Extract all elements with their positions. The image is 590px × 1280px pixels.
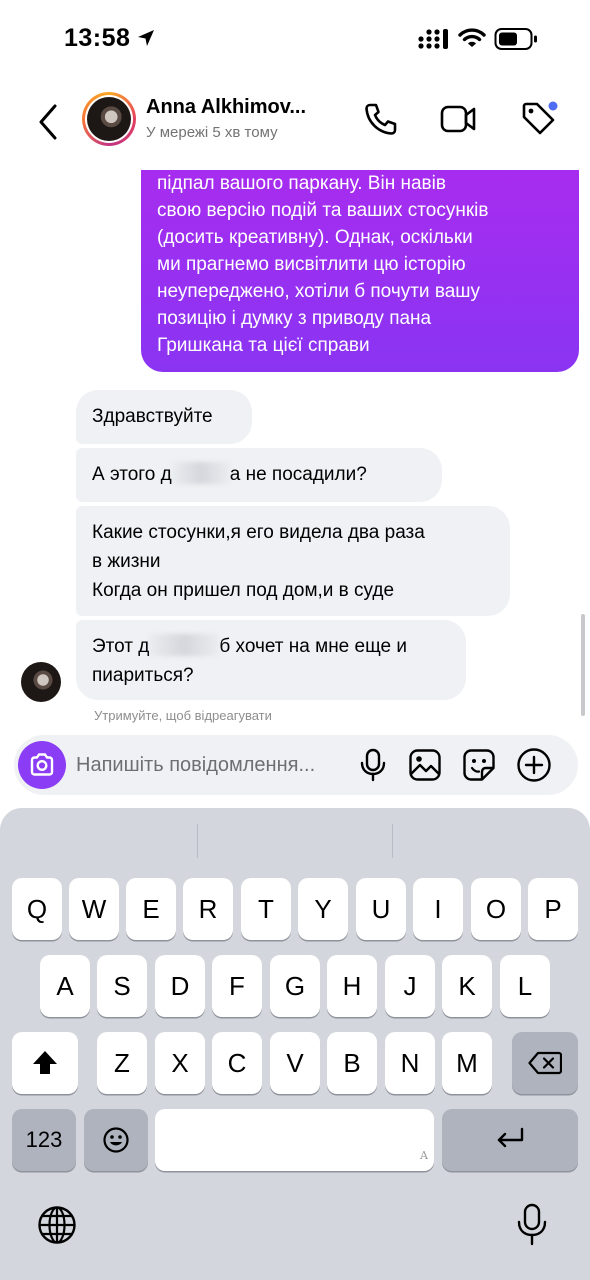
plus-icon[interactable] — [516, 747, 552, 783]
emoji-key[interactable] — [84, 1109, 148, 1171]
back-icon[interactable] — [36, 102, 60, 142]
redaction-blur — [171, 462, 230, 484]
dictation-icon[interactable] — [514, 1202, 550, 1248]
shift-key[interactable] — [12, 1032, 78, 1094]
message-text: Здравствуйте — [92, 406, 213, 427]
numbers-key[interactable]: 123 — [12, 1109, 76, 1171]
chat-header: Anna Alkhimov... У мережі 5 хв тому — [0, 80, 590, 170]
key-i[interactable]: I — [413, 878, 463, 940]
video-icon[interactable] — [440, 104, 476, 134]
sent-message[interactable]: підпал вашого паркану. Він навів свою ве… — [141, 170, 579, 372]
key-x[interactable]: X — [155, 1032, 205, 1094]
message-line: (досить креативну). Однак, оскільки — [157, 227, 473, 248]
contact-status: У мережі 5 хв тому — [146, 124, 278, 141]
emoji-icon — [103, 1127, 129, 1153]
key-a[interactable]: A — [40, 955, 90, 1017]
location-arrow-icon — [138, 30, 154, 46]
key-o[interactable]: O — [471, 878, 521, 940]
key-v[interactable]: V — [270, 1032, 320, 1094]
key-w[interactable]: W — [69, 878, 119, 940]
key-f[interactable]: F — [212, 955, 262, 1017]
key-k[interactable]: K — [442, 955, 492, 1017]
return-key[interactable] — [442, 1109, 578, 1171]
camera-icon — [30, 753, 54, 776]
camera-button[interactable] — [18, 741, 66, 789]
space-hint: A — [420, 1149, 428, 1162]
message-text: А этого да не посадили? — [92, 462, 367, 485]
keyboard: Q W E R T Y U I O P A S D F G H J K L Z … — [0, 808, 590, 1280]
status-bar: 13:58 — [0, 0, 590, 80]
message-line: пиариться? — [92, 665, 194, 686]
sticker-icon[interactable] — [462, 748, 496, 782]
key-r[interactable]: R — [183, 878, 233, 940]
key-q[interactable]: Q — [12, 878, 62, 940]
suggestion-divider — [392, 824, 393, 858]
message-line: підпал вашого паркану. Він навів — [157, 173, 446, 194]
status-time: 13:58 — [64, 24, 131, 52]
shift-icon — [33, 1051, 57, 1074]
key-l[interactable]: L — [500, 955, 550, 1017]
message-line: позицію і думку з приводу пана — [157, 308, 432, 329]
received-message[interactable]: Здравствуйте — [76, 390, 252, 444]
phone-icon[interactable] — [364, 102, 398, 136]
key-h[interactable]: H — [327, 955, 377, 1017]
space-key[interactable]: A — [155, 1109, 434, 1171]
sender-avatar[interactable] — [21, 662, 61, 702]
received-message[interactable]: Какие стосунки,я его видела два раза в ж… — [76, 506, 510, 616]
redaction-blur — [149, 634, 220, 656]
message-line: Этот дб хочет на мне еще и — [92, 634, 407, 657]
key-e[interactable]: E — [126, 878, 176, 940]
return-icon — [497, 1127, 524, 1148]
backspace-key[interactable] — [512, 1032, 578, 1094]
scrollbar[interactable] — [581, 614, 585, 716]
suggestion-divider — [197, 824, 198, 858]
contact-avatar[interactable] — [82, 92, 136, 146]
key-c[interactable]: C — [212, 1032, 262, 1094]
message-line: свою версію подій та ваших стосунків — [157, 200, 489, 221]
key-u[interactable]: U — [356, 878, 406, 940]
key-s[interactable]: S — [97, 955, 147, 1017]
globe-icon[interactable] — [36, 1204, 78, 1246]
message-line: Какие стосунки,я его видела два раза — [92, 522, 425, 543]
message-list[interactable]: підпал вашого паркану. Він навів свою ве… — [0, 170, 590, 730]
gallery-icon[interactable] — [408, 748, 442, 782]
message-composer — [14, 735, 578, 795]
message-input[interactable] — [76, 751, 352, 779]
key-d[interactable]: D — [155, 955, 205, 1017]
microphone-icon[interactable] — [358, 748, 388, 782]
received-message[interactable]: А этого да не посадили? — [76, 448, 442, 502]
message-line: Гришкана та цієї справи — [157, 335, 370, 356]
key-y[interactable]: Y — [298, 878, 348, 940]
key-z[interactable]: Z — [97, 1032, 147, 1094]
tag-icon[interactable] — [520, 100, 558, 138]
message-line: в жизни — [92, 551, 161, 572]
wifi-icon — [458, 28, 486, 47]
message-line: Когда он пришел под дом,и в суде — [92, 580, 395, 601]
key-n[interactable]: N — [385, 1032, 435, 1094]
notification-dot — [548, 101, 558, 111]
contact-name[interactable]: Anna Alkhimov... — [146, 96, 336, 119]
message-line: неупереджено, хотіли б почути вашу — [157, 281, 481, 302]
key-b[interactable]: B — [327, 1032, 377, 1094]
key-m[interactable]: M — [442, 1032, 492, 1094]
hold-to-react-hint: Утримуйте, щоб відреагувати — [94, 708, 272, 723]
backspace-icon — [528, 1051, 562, 1075]
received-message[interactable]: Этот дб хочет на мне еще и пиариться? — [76, 620, 466, 700]
message-line: ми прагнемо висвітлити цю історію — [157, 254, 466, 275]
signal-icon — [418, 29, 448, 49]
battery-icon — [494, 28, 537, 50]
key-j[interactable]: J — [385, 955, 435, 1017]
key-t[interactable]: T — [241, 878, 291, 940]
key-p[interactable]: P — [528, 878, 578, 940]
key-g[interactable]: G — [270, 955, 320, 1017]
